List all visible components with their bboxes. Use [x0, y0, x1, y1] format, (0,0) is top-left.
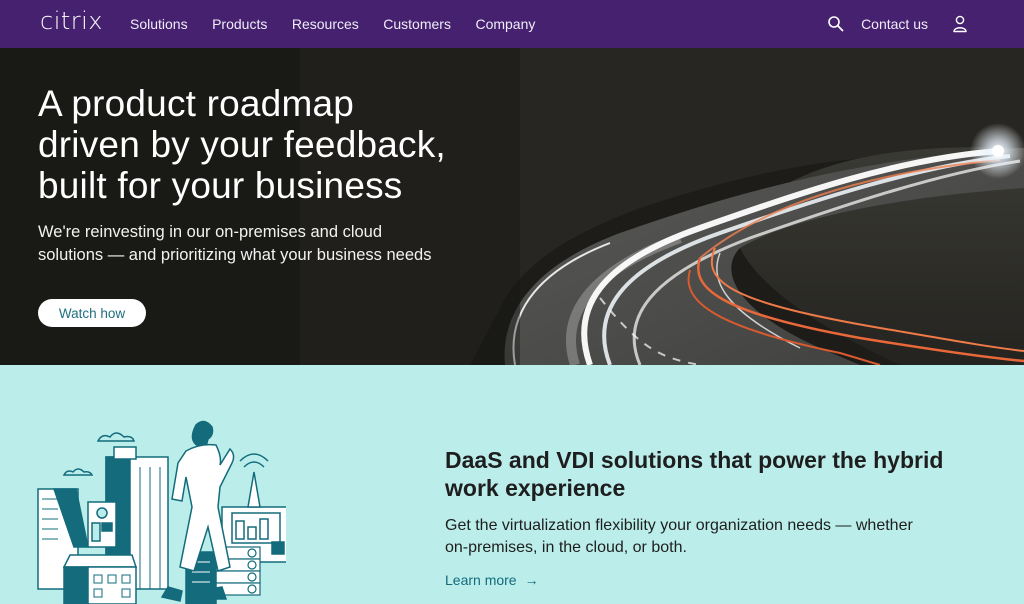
search-icon[interactable]	[827, 15, 845, 33]
learn-more-link[interactable]: Learn more →	[445, 572, 539, 588]
hero-title-line-3: built for your business	[38, 165, 403, 206]
watch-how-button[interactable]: Watch how	[38, 299, 146, 327]
citrix-logo[interactable]: citrix	[40, 8, 103, 34]
hero-title: A product roadmap driven by your feedbac…	[38, 83, 446, 206]
learn-more-label: Learn more	[445, 572, 517, 588]
nav-link-company[interactable]: Company	[475, 16, 535, 32]
main-menu: Solutions Products Resources Customers C…	[130, 0, 560, 48]
nav-link-customers[interactable]: Customers	[383, 16, 451, 32]
top-navigation: citrix Solutions Products Resources Cust…	[0, 0, 1024, 48]
hero-title-line-1: A product roadmap	[38, 83, 355, 124]
feature-description: Get the virtualization flexibility your …	[445, 515, 985, 559]
hero-subtitle-line-1: We're reinvesting in our on-premises and…	[38, 223, 383, 241]
hero-subtitle-line-2: solutions — and prioritizing what your b…	[38, 246, 432, 264]
hybrid-work-illustration	[37, 420, 286, 604]
contact-us-link[interactable]: Contact us	[861, 16, 928, 32]
arrow-right-icon: →	[524, 572, 539, 588]
user-icon[interactable]	[952, 15, 968, 33]
hero-subtitle: We're reinvesting in our on-premises and…	[38, 221, 431, 267]
daas-vdi-feature-section: DaaS and VDI solutions that power the hy…	[0, 365, 1024, 604]
nav-link-resources[interactable]: Resources	[292, 16, 359, 32]
nav-utilities: Contact us	[827, 0, 968, 48]
feature-title-line-1: DaaS and VDI solutions that power the hy…	[445, 447, 944, 473]
nav-link-solutions[interactable]: Solutions	[130, 16, 188, 32]
feature-title-line-2: work experience	[445, 475, 626, 501]
hero-title-line-2: driven by your feedback,	[38, 124, 446, 165]
hero-banner: A product roadmap driven by your feedbac…	[0, 48, 1024, 365]
feature-description-line-2: on-premises, in the cloud, or both.	[445, 539, 687, 556]
feature-description-line-1: Get the virtualization flexibility your …	[445, 517, 913, 534]
feature-title: DaaS and VDI solutions that power the hy…	[445, 446, 943, 502]
nav-link-products[interactable]: Products	[212, 16, 267, 32]
